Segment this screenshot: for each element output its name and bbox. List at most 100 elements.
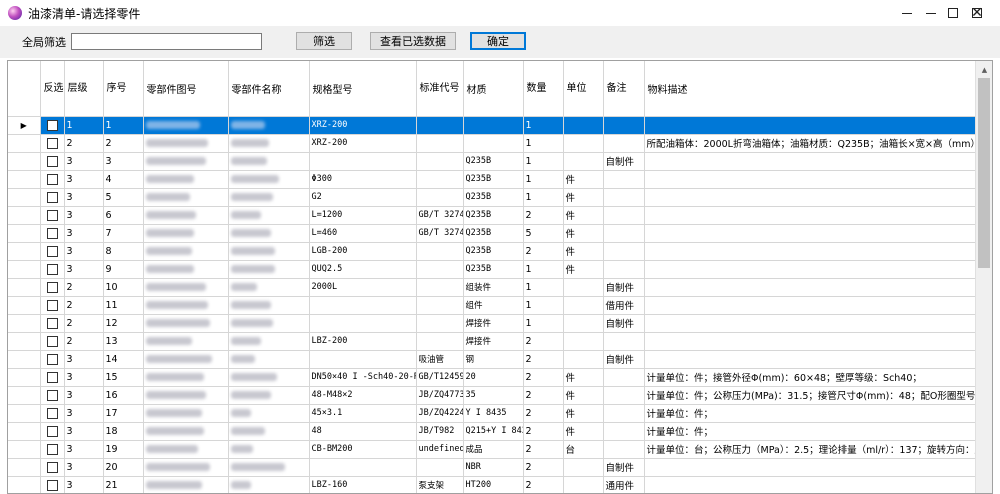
table-row[interactable]: 3 9 QUQ2.5 Q235B 1 件 (8, 260, 992, 279)
cell-level: 2 (64, 296, 104, 315)
table-row[interactable]: 3 17 45×3.1 JB/ZQ4224 Y I 8435 2 件 计量单位：件； (8, 404, 992, 423)
row-header[interactable] (8, 440, 41, 459)
cell-level: 1 (64, 116, 104, 135)
row-checkbox[interactable] (46, 137, 58, 149)
cell-spec: QUQ2.5 (309, 260, 417, 279)
col-header-material[interactable]: 材质 (463, 61, 524, 117)
row-header[interactable] (8, 476, 41, 493)
table-row[interactable]: 2 2 XRZ-200 1 所配油箱体：2000L折弯油箱体；油箱材质：Q235B；油箱… (8, 134, 992, 153)
table-row[interactable]: 2 11 组件 1 借用件 (8, 296, 992, 315)
redacted-text (145, 175, 194, 183)
row-checkbox[interactable] (46, 155, 58, 167)
row-header[interactable] (8, 422, 41, 441)
cell-remark (603, 386, 645, 405)
view-selected-button[interactable]: 查看已选数据 (370, 32, 456, 50)
row-header[interactable] (8, 242, 41, 261)
row-checkbox[interactable] (46, 443, 58, 455)
row-header[interactable] (8, 278, 41, 297)
table-row[interactable]: ▶ 1 1 XRZ-200 1 (8, 116, 992, 135)
scroll-up-icon[interactable]: ▲ (976, 61, 992, 78)
redacted-text (145, 193, 190, 201)
table-row[interactable]: 3 8 LGB-200 Q235B 2 件 (8, 242, 992, 261)
parts-grid[interactable]: 反选 层级 序号 零部件图号 零部件名称 规格型号 标准代号 材质 数量 单位 … (7, 60, 993, 494)
col-header-std-code[interactable]: 标准代号 (416, 61, 464, 117)
table-row[interactable]: 3 3 Q235B 1 自制件 (8, 152, 992, 171)
row-checkbox[interactable] (46, 119, 58, 131)
redacted-text (230, 229, 271, 237)
col-header-unit[interactable]: 单位 (563, 61, 604, 117)
row-checkbox[interactable] (46, 479, 58, 491)
row-header[interactable] (8, 206, 41, 225)
row-checkbox[interactable] (46, 371, 58, 383)
table-row[interactable]: 3 15 DN50×40 I -Sch40-20-RC GB/T12459 20 2 件 计量… (8, 368, 992, 387)
row-checkbox[interactable] (46, 299, 58, 311)
row-header[interactable] (8, 332, 41, 351)
row-checkbox[interactable] (46, 281, 58, 293)
row-header[interactable] (8, 296, 41, 315)
cell-part-name (228, 422, 310, 441)
table-row[interactable]: 3 16 48-M48×2 JB/ZQ4773 35 2 件 计量单位：件；公称压力(MPa)… (8, 386, 992, 405)
col-header-reverse[interactable]: 反选 (40, 61, 65, 117)
row-header[interactable] (8, 224, 41, 243)
ok-button[interactable]: 确定 (470, 32, 526, 50)
maximize-button[interactable] (930, 0, 976, 26)
row-checkbox[interactable] (46, 461, 58, 473)
table-row[interactable]: 3 19 CB-BM200 undefined 成品 2 台 计量单位：台；公称压力（MPa）… (8, 440, 992, 459)
table-row[interactable]: 2 10 2000L 组装件 1 自制件 (8, 278, 992, 297)
row-header[interactable] (8, 134, 41, 153)
col-header-part-drawing-no[interactable]: 零部件图号 (143, 61, 229, 117)
row-header[interactable] (8, 170, 41, 189)
row-checkbox[interactable] (46, 245, 58, 257)
row-header[interactable] (8, 152, 41, 171)
redacted-text (230, 445, 253, 453)
col-header-part-name[interactable]: 零部件名称 (228, 61, 310, 117)
table-row[interactable]: 2 13 LBZ-200 焊接件 2 (8, 332, 992, 351)
cell-unit: 件 (563, 260, 604, 279)
col-header-remark[interactable]: 备注 (603, 61, 645, 117)
row-checkbox[interactable] (46, 263, 58, 275)
col-header-spec[interactable]: 规格型号 (309, 61, 417, 117)
col-header-level[interactable]: 层级 (64, 61, 104, 117)
row-checkbox[interactable] (46, 191, 58, 203)
row-header[interactable] (8, 350, 41, 369)
row-checkbox[interactable] (46, 335, 58, 347)
cell-part-drawing-no (143, 404, 229, 423)
col-header-seq[interactable]: 序号 (103, 61, 144, 117)
cell-std-code (416, 242, 464, 261)
table-row[interactable]: 3 21 LBZ-160 泵支架 HT200 2 通用件 (8, 476, 992, 493)
cell-part-name (228, 368, 310, 387)
scroll-thumb[interactable] (978, 78, 990, 268)
row-header[interactable]: ▶ (8, 116, 41, 135)
col-header-desc[interactable]: 物料描述 (644, 61, 992, 117)
cell-reverse (40, 404, 65, 423)
row-header[interactable] (8, 386, 41, 405)
row-checkbox[interactable] (46, 317, 58, 329)
table-row[interactable]: 3 20 NBR 2 自制件 (8, 458, 992, 477)
global-filter-input[interactable] (71, 33, 262, 50)
table-row[interactable]: 318 48JB/T982Q215+Y I 84352件 计量单位：件； (8, 422, 992, 441)
row-checkbox[interactable] (46, 227, 58, 239)
row-checkbox[interactable] (46, 407, 58, 419)
row-header[interactable] (8, 404, 41, 423)
row-checkbox[interactable] (46, 173, 58, 185)
table-row[interactable]: 3 6 L=1200 GB/T 3274 Q235B 2 件 (8, 206, 992, 225)
table-row[interactable]: 3 7 L=460 GB/T 3274 Q235B 5 件 (8, 224, 992, 243)
row-header[interactable] (8, 260, 41, 279)
col-header-qty[interactable]: 数量 (523, 61, 564, 117)
row-checkbox[interactable] (46, 209, 58, 221)
cell-level: 2 (64, 314, 104, 333)
row-checkbox[interactable] (46, 389, 58, 401)
table-row[interactable]: 3 14 吸油管钢 2 自制件 (8, 350, 992, 369)
row-checkbox[interactable] (46, 425, 58, 437)
row-header[interactable] (8, 368, 41, 387)
row-header[interactable] (8, 314, 41, 333)
table-row[interactable]: 3 4 Φ300 Q235B 1 件 (8, 170, 992, 189)
filter-button[interactable]: 筛选 (296, 32, 352, 50)
table-row[interactable]: 3 5 G2 Q235B 1 件 (8, 188, 992, 207)
minimize-button[interactable] (884, 0, 930, 26)
table-row[interactable]: 2 12 焊接件 1 自制件 (8, 314, 992, 333)
row-header[interactable] (8, 188, 41, 207)
vertical-scrollbar[interactable]: ▲ (975, 61, 992, 493)
row-header[interactable] (8, 458, 41, 477)
row-checkbox[interactable] (46, 353, 58, 365)
